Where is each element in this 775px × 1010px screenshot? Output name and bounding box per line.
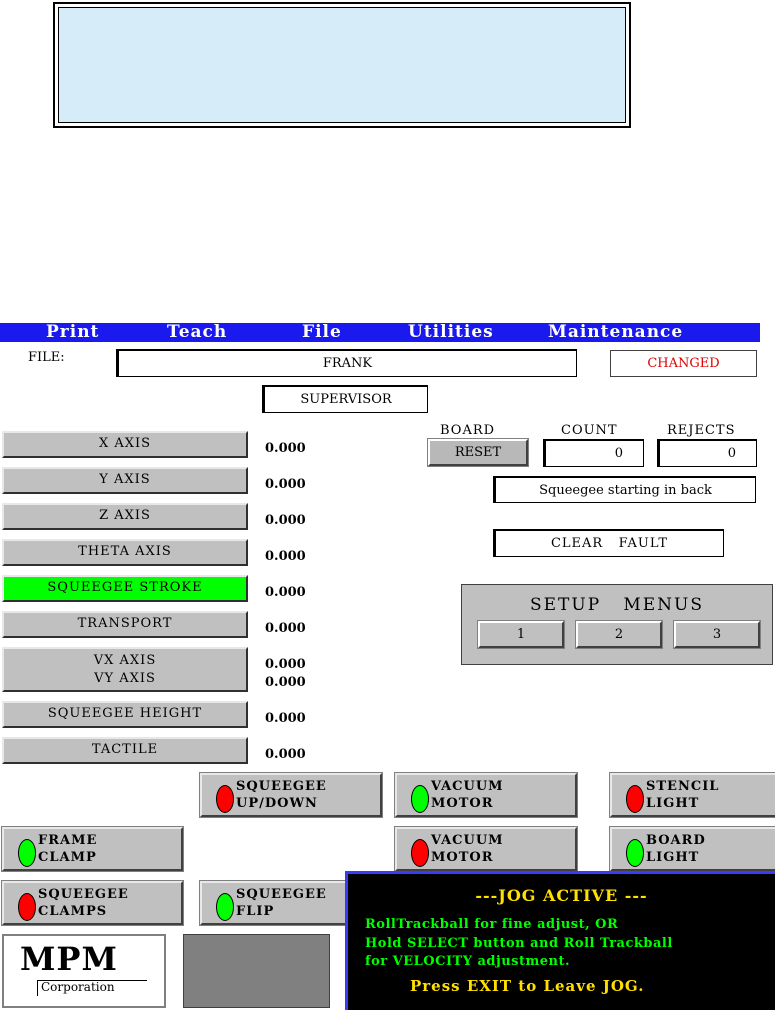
vacuum-motor-toggle-2[interactable]: VACUUM MOTOR <box>394 826 578 872</box>
squeegee-height-button[interactable]: SQUEEGEE HEIGHT <box>2 701 248 728</box>
vy-axis-label: VY AXIS <box>94 671 156 686</box>
toggle-label-line2: CLAMPS <box>38 904 108 919</box>
vx-vy-axis-button[interactable]: VX AXIS VY AXIS <box>2 647 248 692</box>
count-label: COUNT <box>561 423 618 438</box>
rejects-label: REJECTS <box>667 423 736 438</box>
vy-axis-value: 0.000 <box>265 675 306 690</box>
user-level-field[interactable]: SUPERVISOR <box>262 385 428 413</box>
red-indicator-icon <box>626 785 644 813</box>
green-indicator-icon <box>216 893 234 921</box>
toggle-label-line1: VACUUM <box>431 833 504 848</box>
transport-button[interactable]: TRANSPORT <box>2 611 248 638</box>
logo-main: MPM <box>20 940 118 978</box>
jog-exit-hint: Press EXIT to Leave JOG. <box>410 977 645 995</box>
toggle-label-line2: LIGHT <box>646 796 700 811</box>
clear-fault-button[interactable]: CLEAR FAULT <box>493 529 724 557</box>
file-name-field[interactable]: FRANK <box>116 349 577 377</box>
squeegee-clamps-toggle[interactable]: SQUEEGEE CLAMPS <box>1 880 184 926</box>
board-light-toggle[interactable]: BOARD LIGHT <box>609 826 775 872</box>
vx-axis-label: VX AXIS <box>93 653 157 668</box>
toggle-label-line2: UP/DOWN <box>236 796 318 811</box>
toggle-label: SQUEEGEE FLIP <box>236 886 327 920</box>
z-axis-value: 0.000 <box>265 513 306 528</box>
menu-utilities[interactable]: Utilities <box>408 323 494 342</box>
toggle-label: STENCIL LIGHT <box>646 778 719 812</box>
menu-file[interactable]: File <box>302 323 342 342</box>
setup-menus-title: SETUP MENUS <box>529 595 705 615</box>
jog-line-2: Hold SELECT button and Roll Trackball <box>365 936 673 951</box>
logo-rule-vertical <box>37 980 38 996</box>
toggle-label-line2: MOTOR <box>431 796 494 811</box>
transport-value: 0.000 <box>265 621 306 636</box>
message-panel <box>53 2 631 128</box>
squeegee-stroke-value: 0.000 <box>265 585 306 600</box>
logo-sub: Corporation <box>41 980 115 994</box>
toggle-label: SQUEEGEE CLAMPS <box>38 886 129 920</box>
toggle-label-line1: VACUUM <box>431 779 504 794</box>
toggle-label-line2: LIGHT <box>646 850 700 865</box>
rejects-field: 0 <box>657 439 757 467</box>
theta-axis-value: 0.000 <box>265 549 306 564</box>
green-indicator-icon <box>411 785 429 813</box>
z-axis-button[interactable]: Z AXIS <box>2 503 248 530</box>
toggle-label-line1: SQUEEGEE <box>236 887 327 902</box>
vacuum-motor-toggle-1[interactable]: VACUUM MOTOR <box>394 772 578 818</box>
blank-panel <box>183 934 330 1008</box>
jog-title: ---JOG ACTIVE --- <box>475 886 648 905</box>
count-field: 0 <box>543 439 644 467</box>
toggle-label: SQUEEGEE UP/DOWN <box>236 778 327 812</box>
file-label: FILE: <box>28 350 65 365</box>
menu-print[interactable]: Print <box>46 323 99 342</box>
toggle-label-line1: SQUEEGEE <box>236 779 327 794</box>
toggle-label-line2: FLIP <box>236 904 275 919</box>
red-indicator-icon <box>18 893 36 921</box>
jog-line-3: for VELOCITY adjustment. <box>365 954 571 969</box>
toggle-label: VACUUM MOTOR <box>431 778 504 812</box>
green-indicator-icon <box>18 839 36 867</box>
menu-bar: Print Teach File Utilities Maintenance <box>0 323 760 342</box>
tactile-value: 0.000 <box>265 747 306 762</box>
setup-menu-3-button[interactable]: 3 <box>673 620 761 649</box>
setup-menu-2-button[interactable]: 2 <box>575 620 663 649</box>
mpm-logo: MPM Corporation <box>2 934 166 1008</box>
frame-clamp-toggle[interactable]: FRAME CLAMP <box>1 826 184 872</box>
toggle-label-line1: FRAME <box>38 833 98 848</box>
green-indicator-icon <box>626 839 644 867</box>
toggle-label-line1: STENCIL <box>646 779 720 794</box>
theta-axis-button[interactable]: THETA AXIS <box>2 539 248 566</box>
setup-menu-1-button[interactable]: 1 <box>477 620 565 649</box>
toggle-label-line1: BOARD <box>646 833 706 848</box>
squeegee-height-value: 0.000 <box>265 711 306 726</box>
red-indicator-icon <box>216 785 234 813</box>
menu-maintenance[interactable]: Maintenance <box>548 323 683 342</box>
y-axis-value: 0.000 <box>265 477 306 492</box>
squeegee-stroke-button[interactable]: SQUEEGEE STROKE <box>2 575 248 602</box>
message-panel-inner <box>58 7 626 123</box>
toggle-label: BOARD LIGHT <box>646 832 706 866</box>
x-axis-button[interactable]: X AXIS <box>2 431 248 458</box>
stencil-light-toggle[interactable]: STENCIL LIGHT <box>609 772 775 818</box>
status-message-field: Squeegee starting in back <box>493 476 756 503</box>
vx-axis-value: 0.000 <box>265 657 306 672</box>
toggle-label-line2: CLAMP <box>38 850 97 865</box>
toggle-label-line1: SQUEEGEE <box>38 887 129 902</box>
tactile-button[interactable]: TACTILE <box>2 737 248 764</box>
toggle-label: FRAME CLAMP <box>38 832 97 866</box>
setup-menus-panel: SETUP MENUS 1 2 3 <box>461 584 773 665</box>
toggle-label-line2: MOTOR <box>431 850 494 865</box>
y-axis-button[interactable]: Y AXIS <box>2 467 248 494</box>
x-axis-value: 0.000 <box>265 441 306 456</box>
jog-active-dialog: ---JOG ACTIVE --- RollTrackball for fine… <box>345 871 775 1010</box>
jog-line-1: RollTrackball for fine adjust, OR <box>365 917 619 932</box>
file-status-badge: CHANGED <box>610 350 757 377</box>
menu-teach[interactable]: Teach <box>167 323 227 342</box>
squeegee-updown-toggle[interactable]: SQUEEGEE UP/DOWN <box>199 772 383 818</box>
board-label: BOARD <box>440 423 496 438</box>
red-indicator-icon <box>411 839 429 867</box>
board-reset-button[interactable]: RESET <box>427 438 529 467</box>
toggle-label: VACUUM MOTOR <box>431 832 504 866</box>
